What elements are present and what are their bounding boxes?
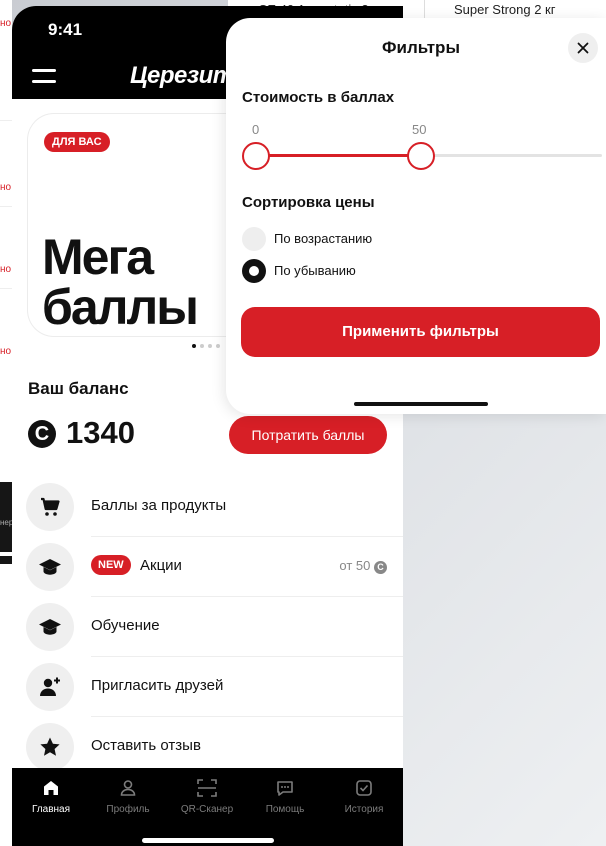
filters-sheet: Фильтры Стоимость в баллах 0 50 Сортиров… xyxy=(226,18,606,414)
points-currency-icon: C xyxy=(28,420,56,448)
bg-divider xyxy=(0,120,12,121)
range-track-fill xyxy=(256,154,421,157)
bg-fragment-text: но xyxy=(0,18,12,29)
bg-fragment-text: но xyxy=(0,346,12,357)
carousel-dots xyxy=(192,344,220,348)
sort-section-title: Сортировка цены xyxy=(242,194,375,211)
tab-label: История xyxy=(344,804,384,815)
add-user-icon xyxy=(26,663,74,711)
bg-divider xyxy=(424,0,425,18)
menu-item-label: Обучение xyxy=(91,617,160,634)
hamburger-icon[interactable] xyxy=(32,69,56,83)
tab-label: Помощь xyxy=(265,804,305,815)
range-max-handle[interactable] xyxy=(407,142,435,170)
bg-dark-card: нер xyxy=(0,482,13,552)
sort-option-label: По убыванию xyxy=(274,263,356,278)
menu-item-learning[interactable]: Обучение xyxy=(12,597,403,657)
carousel-dot-active xyxy=(192,344,196,348)
min-points-text: от 50 C xyxy=(339,558,387,574)
menu-item-promotions[interactable]: NEW Акции от 50 C xyxy=(12,537,403,597)
promo-title: Мега баллы xyxy=(42,229,199,335)
menu-item-invite-friends[interactable]: Пригласить друзей xyxy=(12,657,403,717)
sheet-title: Фильтры xyxy=(382,38,460,57)
close-icon xyxy=(577,42,589,54)
bg-fragment-text: но xyxy=(0,182,12,193)
bg-fragment-text: но xyxy=(0,264,12,275)
bottom-tab-bar: Главная Профиль QR-Сканер Помощь История xyxy=(12,768,403,846)
home-indicator xyxy=(142,838,274,843)
tab-profile[interactable]: Профиль xyxy=(93,778,163,815)
new-badge: NEW xyxy=(91,555,131,575)
close-button[interactable] xyxy=(568,33,598,63)
cart-icon xyxy=(26,483,74,531)
menu-item-label: Оставить отзыв xyxy=(91,737,201,754)
bg-product-name: Super Strong 2 кг xyxy=(454,2,556,17)
tab-label: Главная xyxy=(31,804,71,815)
radio-button[interactable] xyxy=(242,227,266,251)
bg-divider xyxy=(0,288,12,289)
tab-help[interactable]: Помощь xyxy=(250,778,320,815)
balance-label: Ваш баланс xyxy=(28,379,129,398)
brand-logo: Церезит xyxy=(130,62,234,89)
range-min-handle[interactable] xyxy=(242,142,270,170)
graduation-cap-icon xyxy=(26,603,74,651)
bg-dark-bar xyxy=(0,556,12,564)
background-left-card: но но но но нер xyxy=(0,0,13,846)
qr-scanner-icon xyxy=(197,779,217,797)
menu-item-label: Акции xyxy=(140,557,182,574)
spend-points-button[interactable]: Потратить баллы xyxy=(229,416,387,454)
star-icon xyxy=(26,723,74,771)
promo-title-line: баллы xyxy=(42,279,199,335)
promo-badge: ДЛЯ ВАС xyxy=(44,132,110,152)
carousel-dot xyxy=(216,344,220,348)
home-icon xyxy=(44,781,58,795)
promo-title-line: Мега xyxy=(42,229,154,285)
tab-label: QR-Сканер xyxy=(180,804,234,815)
tab-home[interactable]: Главная xyxy=(16,778,86,815)
points-currency-icon: C xyxy=(374,561,387,574)
history-icon xyxy=(356,780,372,796)
graduation-cap-icon xyxy=(26,543,74,591)
sort-option-label: По возрастанию xyxy=(274,231,373,246)
balance-value: 1340 xyxy=(66,415,135,450)
menu-item-products-points[interactable]: Баллы за продукты xyxy=(12,477,403,537)
sheet-handle-indicator xyxy=(354,402,488,406)
bg-divider xyxy=(0,206,12,207)
profile-icon xyxy=(120,780,136,796)
status-time: 9:41 xyxy=(48,20,83,39)
menu-item-label: Баллы за продукты xyxy=(91,497,227,514)
tab-qr-scanner[interactable]: QR-Сканер xyxy=(172,778,242,815)
min-points-value: от 50 xyxy=(339,558,371,573)
carousel-dot xyxy=(200,344,204,348)
range-max-label: 50 xyxy=(412,122,427,137)
radio-button-selected[interactable] xyxy=(242,259,266,283)
tab-history[interactable]: История xyxy=(329,778,399,815)
range-min-label: 0 xyxy=(252,122,260,137)
cost-section-title: Стоимость в баллах xyxy=(242,89,395,106)
apply-filters-button[interactable]: Применить фильтры xyxy=(241,307,600,357)
chat-icon xyxy=(277,781,293,796)
menu-item-label: Пригласить друзей xyxy=(91,677,224,694)
carousel-dot xyxy=(208,344,212,348)
tab-label: Профиль xyxy=(106,804,150,815)
